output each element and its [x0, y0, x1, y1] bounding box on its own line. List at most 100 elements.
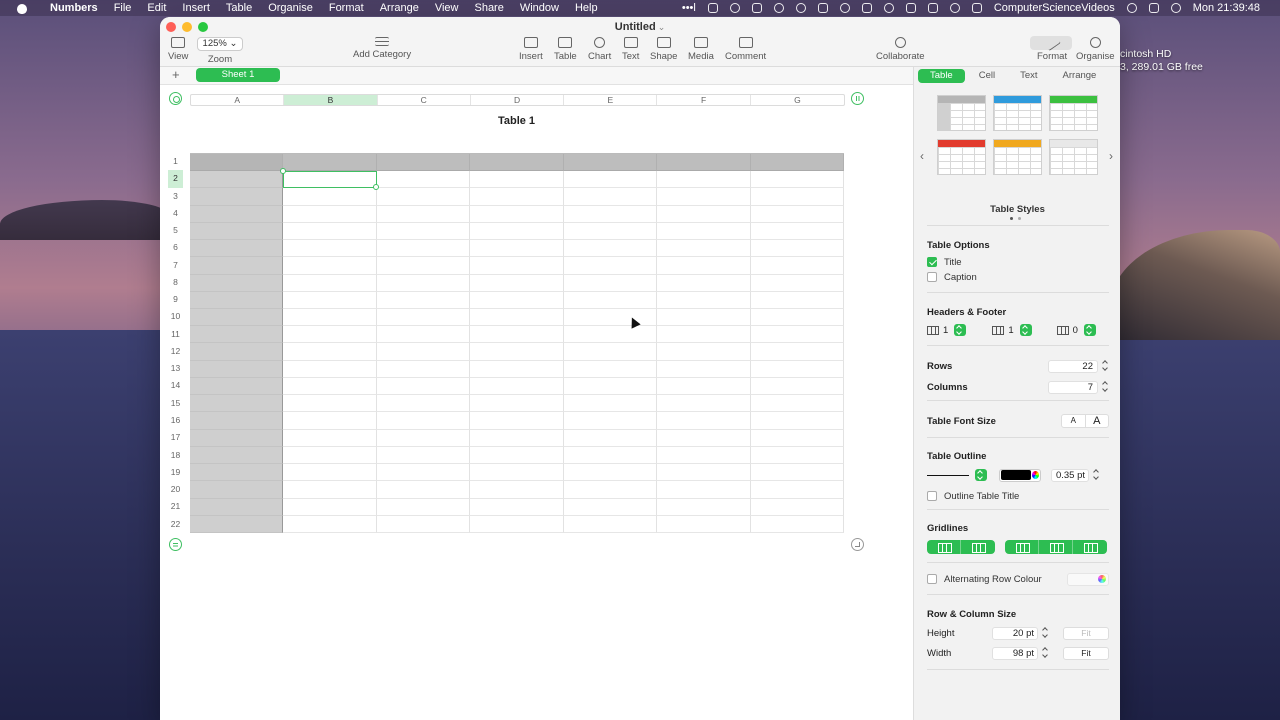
cell-b13[interactable] — [283, 360, 377, 378]
line-style-stepper[interactable] — [975, 469, 987, 481]
cell-f16[interactable] — [657, 412, 751, 430]
cell-f1[interactable] — [657, 154, 751, 172]
cell-a13[interactable] — [190, 360, 284, 378]
collaborate-button[interactable]: Collaborate — [876, 37, 925, 62]
row-header-3[interactable]: 3 — [168, 188, 183, 205]
cell-e17[interactable] — [563, 429, 658, 447]
more-dots-icon[interactable]: •••l — [676, 2, 702, 14]
header-row-gridlines-button[interactable] — [1039, 540, 1073, 554]
apple-icon[interactable] — [14, 2, 30, 14]
menu-help[interactable]: Help — [567, 2, 606, 14]
cell-g22[interactable] — [750, 515, 844, 533]
cell-b21[interactable] — [283, 498, 377, 516]
cell-c8[interactable] — [376, 274, 471, 292]
moon-icon[interactable] — [839, 3, 850, 13]
title-option[interactable]: Title — [927, 255, 1109, 269]
zoom-control[interactable]: 125% ⌄ Zoom — [197, 37, 243, 65]
siri-icon[interactable] — [1170, 3, 1181, 13]
rows-field[interactable]: 22 — [1048, 359, 1109, 373]
cell-e21[interactable] — [563, 498, 658, 516]
cell-c17[interactable] — [376, 429, 471, 447]
cell-b20[interactable] — [283, 481, 377, 499]
table-title[interactable]: Table 1 — [190, 115, 843, 127]
cell-b16[interactable] — [283, 412, 377, 430]
add-sheet-button[interactable]: + — [172, 68, 180, 82]
cell-d20[interactable] — [470, 481, 564, 499]
row-header-22[interactable]: 22 — [168, 516, 183, 533]
cell-f6[interactable] — [657, 240, 751, 258]
cell-a20[interactable] — [190, 481, 284, 499]
columns-stepper[interactable] — [1102, 381, 1109, 393]
width-input[interactable]: 98 pt — [992, 646, 1038, 660]
cloud-icon[interactable] — [729, 3, 740, 13]
cell-a22[interactable] — [190, 515, 284, 533]
cell-g7[interactable] — [750, 257, 844, 275]
cell-b18[interactable] — [283, 446, 377, 465]
vertical-gridlines-button[interactable] — [961, 540, 995, 554]
view-button[interactable]: View — [168, 37, 188, 62]
cell-c18[interactable] — [376, 446, 471, 465]
cell-e1[interactable] — [563, 154, 658, 172]
resize-table-handle[interactable] — [851, 538, 864, 551]
cell-a16[interactable] — [190, 412, 284, 430]
cell-d14[interactable] — [470, 377, 564, 396]
table-style-4[interactable] — [937, 139, 986, 175]
cell-a10[interactable] — [190, 309, 284, 327]
cell-g12[interactable] — [750, 343, 844, 361]
cell-g1[interactable] — [750, 154, 844, 172]
header-columns-stepper[interactable] — [1019, 324, 1032, 336]
clock[interactable]: Mon 21:39:48 — [1187, 2, 1266, 14]
cell-e18[interactable] — [563, 446, 658, 465]
rows-stepper[interactable] — [1102, 360, 1109, 372]
cell-d22[interactable] — [470, 515, 564, 533]
cell-e16[interactable] — [563, 412, 658, 430]
column-header-g[interactable]: G — [751, 95, 844, 105]
cell-d1[interactable] — [470, 154, 564, 172]
time-machine-icon[interactable] — [773, 3, 784, 13]
cell-g11[interactable] — [750, 326, 844, 344]
cell-b19[interactable] — [283, 464, 377, 482]
menu-organise[interactable]: Organise — [260, 2, 321, 14]
cell-e6[interactable] — [563, 240, 658, 258]
media-button[interactable]: Media — [688, 37, 714, 62]
cell-a17[interactable] — [190, 429, 284, 447]
control-centre-icon[interactable] — [1148, 3, 1159, 13]
cell-a2[interactable] — [190, 171, 284, 189]
cell-b10[interactable] — [283, 309, 377, 327]
tab-text[interactable]: Text — [1009, 69, 1048, 83]
title-checkbox[interactable] — [927, 257, 937, 267]
cell-b1[interactable] — [283, 154, 377, 172]
alternating-row-checkbox[interactable] — [927, 574, 937, 584]
chevron-right-icon[interactable]: › — [1109, 149, 1113, 163]
cell-d19[interactable] — [470, 464, 564, 482]
cell-b22[interactable] — [283, 515, 377, 533]
cell-b12[interactable] — [283, 343, 377, 361]
color-wheel-icon[interactable] — [1031, 471, 1039, 479]
cell-e4[interactable] — [563, 205, 658, 223]
row-header-8[interactable]: 8 — [168, 274, 183, 291]
cell-e19[interactable] — [563, 464, 658, 482]
height-stepper[interactable] — [1042, 627, 1049, 639]
chevron-left-icon[interactable]: ‹ — [920, 149, 924, 163]
fit-height-button[interactable]: Fit — [1063, 626, 1109, 640]
cell-g13[interactable] — [750, 360, 844, 378]
footer-gridlines-button[interactable] — [1073, 540, 1107, 554]
cell-g10[interactable] — [750, 309, 844, 327]
cell-a15[interactable] — [190, 395, 284, 413]
menu-view[interactable]: View — [427, 2, 467, 14]
cell-e5[interactable] — [563, 222, 658, 241]
cell-e9[interactable] — [563, 291, 658, 310]
cell-e8[interactable] — [563, 274, 658, 292]
cell-f15[interactable] — [657, 395, 751, 413]
header-column-gridlines-button[interactable] — [1005, 540, 1039, 554]
cell-g19[interactable] — [750, 464, 844, 482]
cell-e7[interactable] — [563, 257, 658, 275]
cell-c13[interactable] — [376, 360, 471, 378]
column-header-f[interactable]: F — [657, 95, 751, 105]
cell-a7[interactable] — [190, 257, 284, 275]
column-header-e[interactable]: E — [564, 95, 658, 105]
menu-window[interactable]: Window — [512, 2, 567, 14]
battery-icon[interactable] — [861, 3, 872, 13]
table-style-2[interactable] — [993, 95, 1042, 131]
header-rows-stepper[interactable] — [954, 324, 967, 336]
